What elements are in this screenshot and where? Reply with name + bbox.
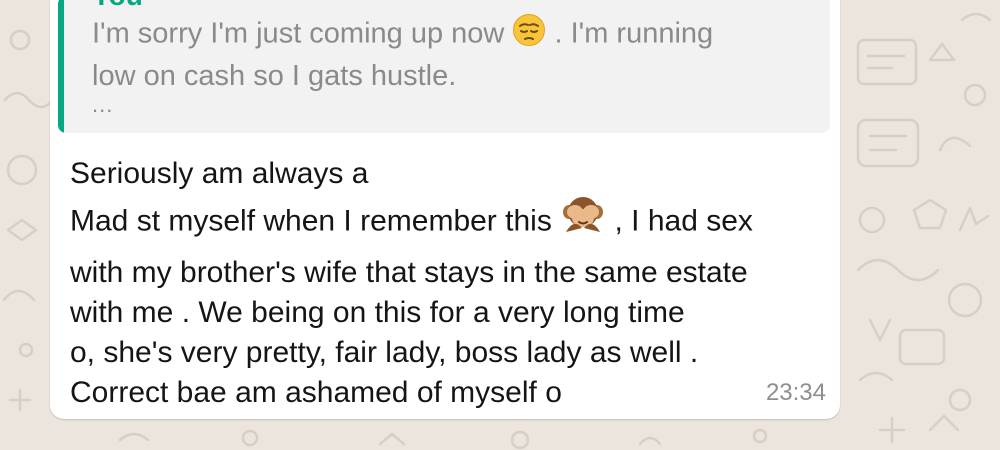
message-line-6: Correct bae am ashamed of myself o xyxy=(70,376,562,409)
message-line-1: Seriously am always a xyxy=(70,157,369,190)
message-line-4: with me . We being on this for a very lo… xyxy=(70,296,685,329)
message-timestamp: 23:34 xyxy=(765,379,826,406)
quoted-author: You xyxy=(92,0,143,10)
message-text: Seriously am always a Mad st myself when… xyxy=(70,154,770,413)
see-no-evil-monkey-emoji-icon xyxy=(560,192,606,253)
message-line-2-part1: Mad st myself when I remember this xyxy=(70,204,561,238)
quoted-message[interactable]: You I'm sorry I'm just coming up now . I… xyxy=(58,0,830,133)
quote-accent-bar xyxy=(58,0,64,133)
quoted-ellipsis: ... xyxy=(92,92,114,117)
message-line-3: with my brother's wife that stays in the… xyxy=(70,256,748,289)
pensive-face-emoji-icon xyxy=(512,13,546,57)
message-line-2-part2: , I had sex xyxy=(614,204,753,238)
quoted-text: I'm sorry I'm just coming up now . I'm r… xyxy=(92,13,812,95)
message-line-5: o, she's very pretty, fair lady, boss la… xyxy=(70,336,699,369)
message-bubble[interactable]: You I'm sorry I'm just coming up now . I… xyxy=(50,0,840,419)
message-line-2: Mad st myself when I remember this , I h… xyxy=(70,192,770,253)
quoted-text-part1: I'm sorry I'm just coming up now xyxy=(92,17,513,50)
quoted-text-part2: . I'm running xyxy=(554,17,714,50)
quoted-text-line2: low on cash so I gats hustle. xyxy=(92,60,457,92)
